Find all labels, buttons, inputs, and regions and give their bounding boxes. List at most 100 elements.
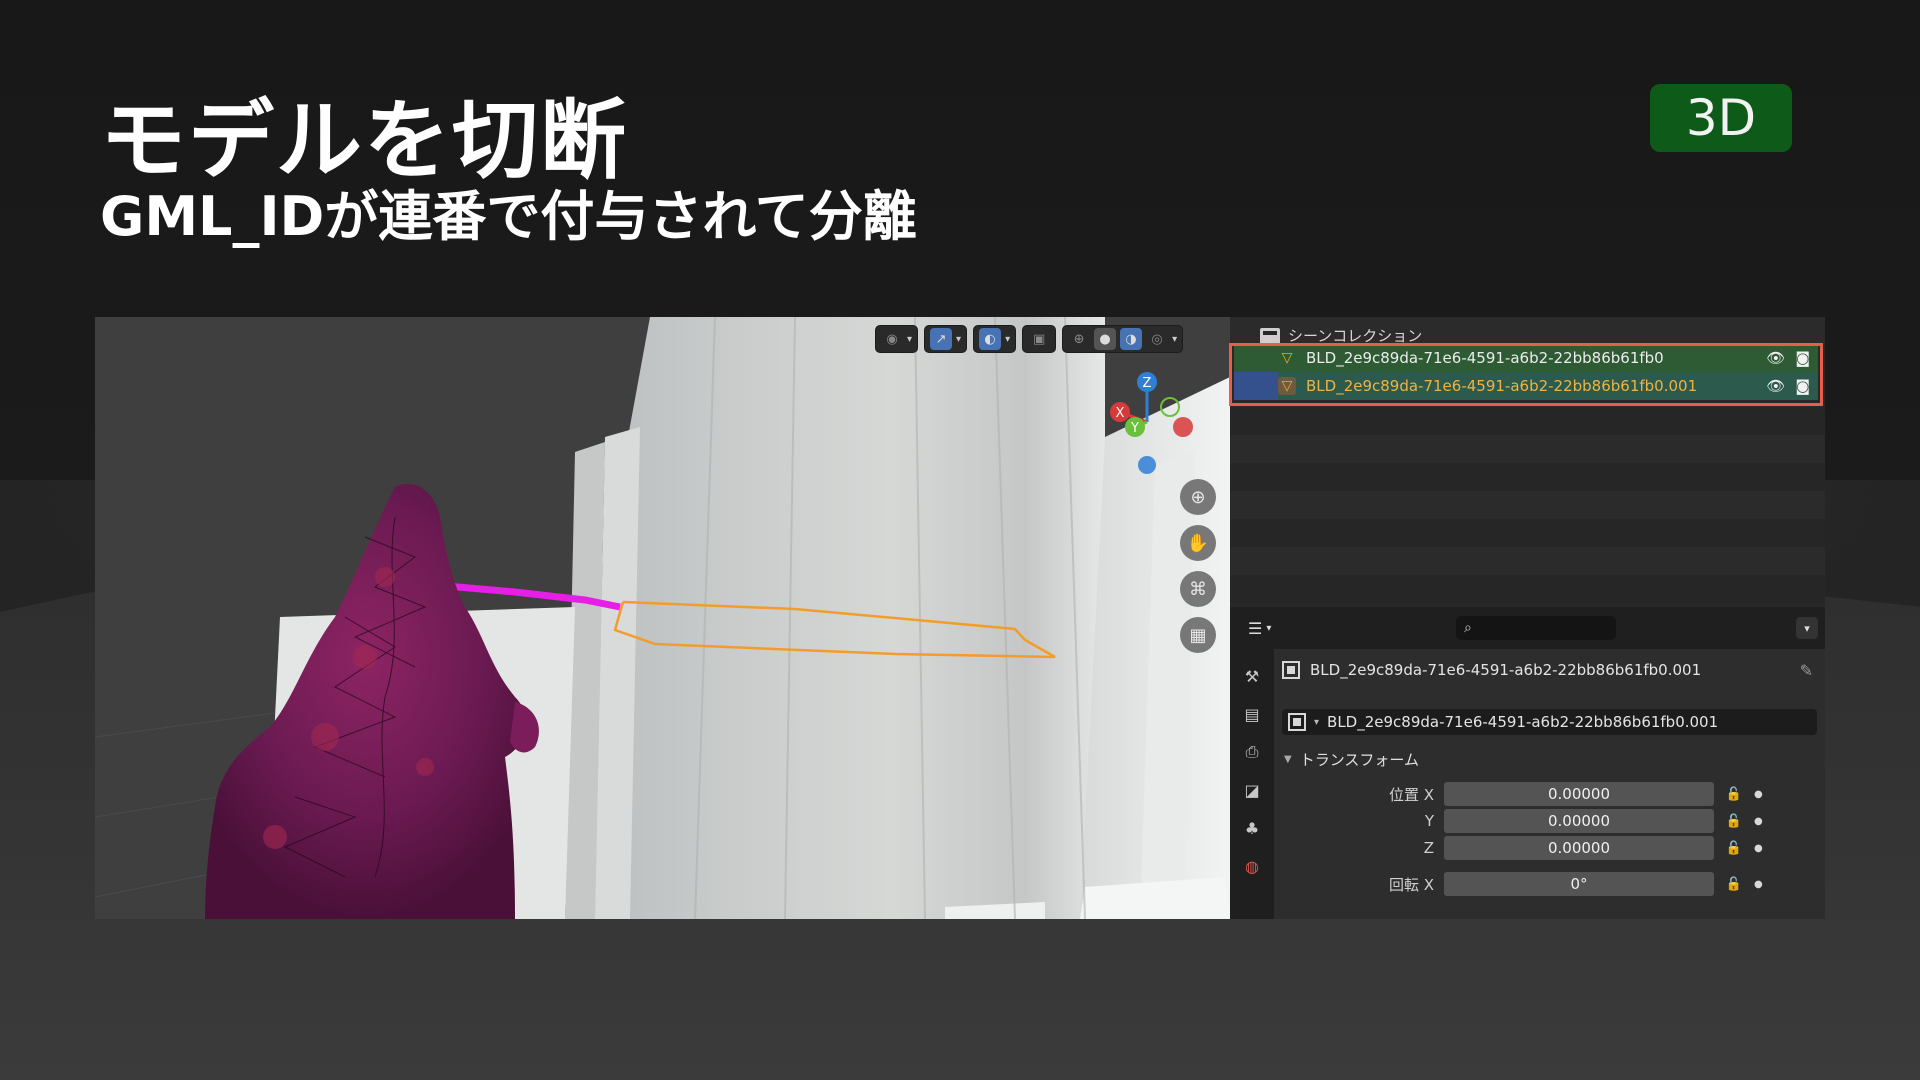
category-tag: 3D bbox=[1650, 84, 1792, 152]
xray-toggle[interactable]: ▣ bbox=[1022, 325, 1057, 353]
navigation-gizmo[interactable]: Z X Y bbox=[1095, 367, 1205, 477]
lock-icon[interactable]: 🔓 bbox=[1714, 877, 1754, 892]
x-axis-label: X bbox=[1116, 406, 1125, 421]
keyframe-dot-icon[interactable]: ● bbox=[1754, 816, 1764, 827]
outliner-row-bg bbox=[1230, 491, 1825, 519]
keyframe-dot-icon[interactable]: ● bbox=[1754, 843, 1764, 854]
context-breadcrumb: BLD_2e9c89da-71e6-4591-a6b2-22bb86b61fb0… bbox=[1282, 661, 1701, 679]
field-label: 位置 X bbox=[1388, 785, 1434, 804]
world-tab-icon[interactable]: ◍ bbox=[1239, 853, 1265, 879]
eye-icon[interactable]: 👁 bbox=[1766, 349, 1785, 367]
collection-icon bbox=[1260, 327, 1280, 344]
keyframe-dot-icon[interactable]: ● bbox=[1754, 879, 1764, 890]
location-z-row: Z 0.00000 🔓 ● bbox=[1274, 835, 1825, 861]
properties-tabs: ⚒ ▤ ⎙ ◪ ♣ ◍ bbox=[1230, 649, 1274, 919]
mesh-triangle-icon: ▽ bbox=[1278, 377, 1296, 395]
item-toggles: 👁 ◙ bbox=[1766, 349, 1810, 367]
output-tab-icon[interactable]: ⎙ bbox=[1239, 739, 1265, 765]
properties-editor-icon: ☰ bbox=[1248, 618, 1263, 638]
3d-viewport[interactable]: ◉ ▾ ↗ ▾ ◐ ▾ ▣ ⊕ ● ◑ ◎ ▾ Z X Y ⊕ ✋ ⌘ ▦ bbox=[95, 317, 1230, 919]
rotation-x-input[interactable]: 0° bbox=[1444, 872, 1714, 896]
object-name-field[interactable]: ▾ BLD_2e9c89da-71e6-4591-a6b2-22bb86b61f… bbox=[1282, 709, 1817, 735]
hand-pan-icon[interactable]: ✋ bbox=[1180, 525, 1216, 561]
outliner-item-object-active[interactable]: ▽ BLD_2e9c89da-71e6-4591-a6b2-22bb86b61f… bbox=[1234, 372, 1818, 400]
z-axis-label: Z bbox=[1143, 376, 1152, 391]
solid-shading-icon[interactable]: ● bbox=[1094, 328, 1117, 350]
outliner-item-label: BLD_2e9c89da-71e6-4591-a6b2-22bb86b61fb0 bbox=[1306, 349, 1664, 367]
location-x-input[interactable]: 0.00000 bbox=[1444, 782, 1714, 806]
scene-tab-icon[interactable]: ♣ bbox=[1239, 815, 1265, 841]
eye-filter-icon: ◉ bbox=[886, 331, 898, 347]
field-label: Y bbox=[1424, 812, 1434, 830]
material-shading-icon[interactable]: ◑ bbox=[1120, 328, 1143, 350]
transform-section-label: トランスフォーム bbox=[1299, 751, 1419, 769]
tool-tab-icon[interactable]: ⚒ bbox=[1239, 663, 1265, 689]
camera-icon[interactable]: ⌘ bbox=[1180, 571, 1216, 607]
object-icon bbox=[1282, 661, 1300, 679]
eye-icon[interactable]: 👁 bbox=[1766, 377, 1785, 395]
editor-type-dropdown[interactable]: ☰ ▾ bbox=[1248, 615, 1288, 641]
location-y-input[interactable]: 0.00000 bbox=[1444, 809, 1714, 833]
gizmo-dropdown[interactable]: ↗ ▾ bbox=[924, 325, 968, 353]
viewport-header-toolbar: ◉ ▾ ↗ ▾ ◐ ▾ ▣ ⊕ ● ◑ ◎ ▾ bbox=[875, 325, 1184, 353]
lock-icon[interactable]: 🔓 bbox=[1714, 841, 1754, 856]
object-icon bbox=[1288, 713, 1306, 731]
outliner-row-bg bbox=[1230, 463, 1825, 491]
character-model bbox=[205, 483, 539, 919]
options-dropdown[interactable]: ▾ bbox=[1796, 617, 1818, 639]
gizmo-icon: ↗ bbox=[930, 328, 953, 350]
properties-panel: ☰ ▾ ⌕ ▾ ⚒ ▤ ⎙ ◪ ♣ ◍ BLD_2e9c89da-71e6-45… bbox=[1230, 607, 1825, 919]
chevron-down-icon: ▾ bbox=[1804, 621, 1810, 635]
object-properties-body: BLD_2e9c89da-71e6-4591-a6b2-22bb86b61fb0… bbox=[1274, 649, 1825, 919]
rotation-x-row: 回転 X 0° 🔓 ● bbox=[1274, 871, 1825, 897]
outliner-row-bg bbox=[1230, 547, 1825, 575]
outliner-row-bg bbox=[1230, 435, 1825, 463]
overlay-dropdown[interactable]: ◐ ▾ bbox=[973, 325, 1017, 353]
shading-modes: ⊕ ● ◑ ◎ ▾ bbox=[1062, 325, 1184, 353]
camera-render-icon[interactable]: ◙ bbox=[1795, 349, 1810, 367]
outliner-item-object[interactable]: ▽ BLD_2e9c89da-71e6-4591-a6b2-22bb86b61f… bbox=[1234, 344, 1818, 372]
chevron-down-icon: ▾ bbox=[1005, 333, 1011, 345]
search-icon: ⌕ bbox=[1464, 620, 1472, 636]
field-label: 回転 X bbox=[1388, 875, 1434, 894]
render-tab-icon[interactable]: ▤ bbox=[1239, 701, 1265, 727]
visibility-dropdown[interactable]: ◉ ▾ bbox=[875, 325, 919, 353]
pin-icon[interactable]: ✎ bbox=[1800, 661, 1813, 680]
chevron-down-icon: ▾ bbox=[907, 333, 913, 345]
outliner-row-bg bbox=[1230, 407, 1825, 435]
overlay-icon: ◐ bbox=[979, 328, 1002, 350]
chevron-down-icon: ▾ bbox=[1266, 622, 1272, 634]
scene-collection-label: シーンコレクション bbox=[1288, 327, 1423, 345]
view-layer-tab-icon[interactable]: ◪ bbox=[1239, 777, 1265, 803]
y-axis-label: Y bbox=[1130, 421, 1139, 436]
rendered-shading-icon[interactable]: ◎ bbox=[1146, 328, 1168, 350]
properties-search-input[interactable]: ⌕ bbox=[1456, 616, 1616, 640]
mesh-triangle-icon: ▽ bbox=[1281, 350, 1293, 366]
keyframe-dot-icon[interactable]: ● bbox=[1754, 789, 1764, 800]
collapse-triangle-icon: ▼ bbox=[1284, 754, 1292, 765]
outliner-item-label: BLD_2e9c89da-71e6-4591-a6b2-22bb86b61fb0… bbox=[1306, 377, 1698, 395]
wireframe-shading-icon[interactable]: ⊕ bbox=[1068, 328, 1090, 350]
zoom-icon[interactable]: ⊕ bbox=[1180, 479, 1216, 515]
lock-icon[interactable]: 🔓 bbox=[1714, 787, 1754, 802]
item-toggles: 👁 ◙ bbox=[1766, 377, 1810, 395]
location-z-input[interactable]: 0.00000 bbox=[1444, 836, 1714, 860]
outliner-row-bg bbox=[1230, 519, 1825, 547]
location-y-row: Y 0.00000 🔓 ● bbox=[1274, 808, 1825, 834]
transform-section-header[interactable]: ▼ トランスフォーム bbox=[1284, 749, 1419, 770]
grid-ortho-icon[interactable]: ▦ bbox=[1180, 617, 1216, 653]
slide-subtitle: GML_IDが連番で付与されて分離 bbox=[100, 185, 917, 248]
lock-icon[interactable]: 🔓 bbox=[1714, 814, 1754, 829]
chevron-down-icon: ▾ bbox=[1314, 716, 1320, 728]
field-label: Z bbox=[1423, 839, 1434, 857]
row-indent bbox=[1234, 344, 1278, 372]
camera-render-icon[interactable]: ◙ bbox=[1795, 377, 1810, 395]
properties-header: ☰ ▾ ⌕ ▾ bbox=[1230, 607, 1825, 649]
chevron-down-icon[interactable]: ▾ bbox=[1172, 334, 1177, 345]
outliner-row-bg bbox=[1230, 575, 1825, 603]
viewport-scene bbox=[95, 317, 1230, 919]
location-x-row: 位置 X 0.00000 🔓 ● bbox=[1274, 781, 1825, 807]
scene-collection-header[interactable]: シーンコレクション bbox=[1260, 325, 1422, 346]
xray-icon: ▣ bbox=[1032, 331, 1046, 347]
row-indent bbox=[1234, 372, 1278, 400]
